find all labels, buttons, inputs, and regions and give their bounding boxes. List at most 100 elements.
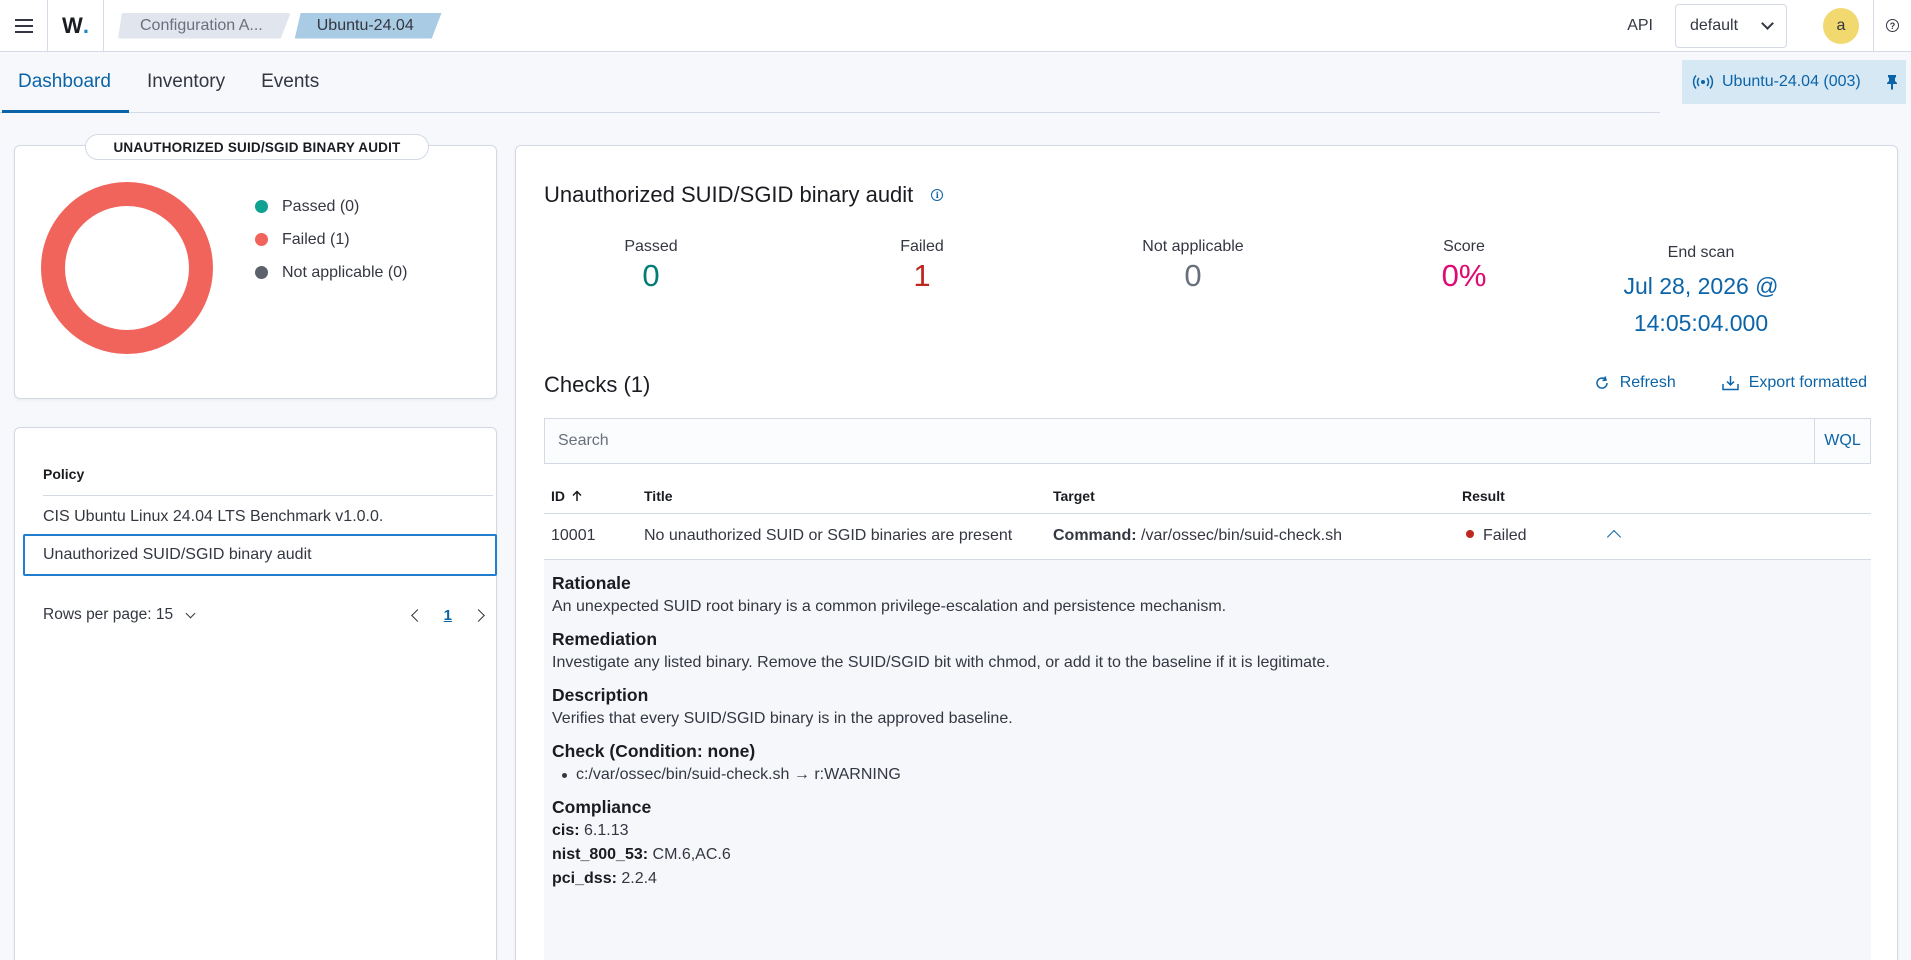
agent-badge-label: Ubuntu-24.04 (003) xyxy=(1722,73,1861,90)
checks-actions: Refresh Export formatted xyxy=(1594,374,1867,392)
compliance-cis-value: 6.1.13 xyxy=(579,822,629,839)
breadcrumb-configuration[interactable]: Configuration A... xyxy=(118,13,291,39)
compliance-nist-value: CM.6,AC.6 xyxy=(648,846,731,863)
api-link[interactable]: API xyxy=(1627,17,1653,35)
refresh-label: Refresh xyxy=(1619,374,1676,391)
breadcrumb-agent[interactable]: Ubuntu-24.04 xyxy=(295,13,442,39)
column-header-id[interactable]: ID xyxy=(551,488,583,504)
rationale-heading: Rationale xyxy=(552,573,631,593)
stat-not-applicable-label: Not applicable xyxy=(1142,238,1244,255)
policy-column-header[interactable]: Policy xyxy=(43,466,493,496)
page-number[interactable]: 1 xyxy=(444,607,452,624)
end-scan-label: End scan xyxy=(1667,244,1735,261)
description-text: Verifies that every SUID/SGID binary is … xyxy=(552,710,1013,727)
cell-target-label: Command: xyxy=(1053,527,1137,544)
policy-detail-panel: Unauthorized SUID/SGID binary audit i Pa… xyxy=(515,145,1898,960)
stat-not-applicable: Not applicable 0 xyxy=(1058,238,1328,294)
cell-title: No unauthorized SUID or SGID binaries ar… xyxy=(644,527,1013,544)
check-details: Rationale An unexpected SUID root binary… xyxy=(544,560,1871,960)
column-header-title[interactable]: Title xyxy=(644,488,673,504)
stat-score-value: 0% xyxy=(1441,258,1487,293)
compliance-heading: Compliance xyxy=(552,797,652,817)
tab-inventory[interactable]: Inventory xyxy=(129,51,243,112)
help-icon: ? xyxy=(1886,19,1899,32)
checks-table-header: ID Title Target Result xyxy=(544,478,1871,514)
rows-per-page-button[interactable]: Rows per page: 15 xyxy=(43,606,196,624)
cell-target-value: /var/ossec/bin/suid-check.sh xyxy=(1136,527,1342,544)
legend-label-not-applicable: Not applicable (0) xyxy=(282,263,408,281)
column-header-result[interactable]: Result xyxy=(1462,488,1505,504)
help-button[interactable]: ? xyxy=(1873,0,1911,52)
compliance-cis-key: cis: xyxy=(552,822,580,839)
search-input[interactable] xyxy=(545,419,1814,463)
chevron-up-icon xyxy=(1606,529,1622,545)
cell-result: Failed xyxy=(1466,527,1527,545)
menu-icon[interactable] xyxy=(0,0,48,52)
collapse-row-button[interactable] xyxy=(1606,529,1622,545)
stat-not-applicable-value: 0 xyxy=(1184,258,1202,293)
stat-score: Score 0% xyxy=(1329,238,1599,294)
legend-item-passed[interactable]: Passed (0) xyxy=(255,190,407,223)
chart-title: UNAUTHORIZED SUID/SGID BINARY AUDIT xyxy=(85,134,429,160)
next-page-icon[interactable] xyxy=(472,608,485,622)
legend-dot-failed xyxy=(255,233,268,246)
chevron-down-icon xyxy=(185,608,196,618)
chart-legend: Passed (0) Failed (1) Not applicable (0) xyxy=(255,190,407,289)
export-formatted-button[interactable]: Export formatted xyxy=(1721,374,1867,392)
table-row[interactable]: 10001 No unauthorized SUID or SGID binar… xyxy=(544,514,1871,560)
summary-chart-panel: UNAUTHORIZED SUID/SGID BINARY AUDIT Pass… xyxy=(14,134,497,399)
info-icon[interactable]: i xyxy=(931,189,944,201)
check-heading: Check (Condition: none) xyxy=(552,741,756,761)
policy-panel: Policy CIS Ubuntu Linux 24.04 LTS Benchm… xyxy=(14,427,497,960)
legend-dot-not-applicable xyxy=(255,266,268,279)
space-select[interactable]: default xyxy=(1675,3,1787,48)
end-scan-value: Jul 28, 2026 @ 14:05:04.000 xyxy=(1596,268,1806,342)
policy-row-suid-audit[interactable]: Unauthorized SUID/SGID binary audit xyxy=(23,534,497,576)
tab-events[interactable]: Events xyxy=(243,51,337,112)
cell-result-label: Failed xyxy=(1483,527,1527,544)
app-logo[interactable]: W. xyxy=(48,0,104,52)
chevron-down-icon xyxy=(1761,16,1774,30)
donut-slice-failed[interactable] xyxy=(41,182,213,354)
stat-passed-label: Passed xyxy=(624,238,678,255)
logo-dot: . xyxy=(82,12,89,38)
signal-icon xyxy=(1692,75,1714,89)
download-icon xyxy=(1721,376,1739,391)
remediation-heading: Remediation xyxy=(552,629,658,649)
check-list-item: c:/var/ossec/bin/suid-check.sh → r:WARNI… xyxy=(552,766,1871,784)
tab-dashboard[interactable]: Dashboard xyxy=(0,51,129,113)
previous-page-icon[interactable] xyxy=(410,608,424,622)
status-dot-failed xyxy=(1466,530,1474,539)
cell-target: Command: /var/ossec/bin/suid-check.sh xyxy=(1053,527,1342,545)
wql-button[interactable]: WQL xyxy=(1814,419,1870,463)
legend-item-failed[interactable]: Failed (1) xyxy=(255,223,407,256)
remediation-text: Investigate any listed binary. Remove th… xyxy=(552,654,1330,671)
export-label: Export formatted xyxy=(1748,374,1867,391)
avatar[interactable]: a xyxy=(1823,7,1859,44)
legend-dot-passed xyxy=(255,200,268,213)
pin-icon[interactable] xyxy=(1886,74,1898,90)
stat-failed-value: 1 xyxy=(913,258,931,293)
rationale-text: An unexpected SUID root binary is a comm… xyxy=(552,598,1227,615)
stat-end-scan: End scan Jul 28, 2026 @ 14:05:04.000 xyxy=(1596,244,1806,342)
logo-text: W xyxy=(62,12,83,38)
stat-passed: Passed 0 xyxy=(516,238,786,294)
legend-label-failed: Failed (1) xyxy=(282,230,350,248)
sort-ascending-icon xyxy=(572,490,582,501)
refresh-button[interactable]: Refresh xyxy=(1594,374,1676,392)
space-select-value: default xyxy=(1690,16,1739,34)
policy-row-cis[interactable]: CIS Ubuntu Linux 24.04 LTS Benchmark v1.… xyxy=(43,496,493,538)
compliance-cis: cis: 6.1.13 xyxy=(552,822,1871,840)
check-item-text: c:/var/ossec/bin/suid-check.sh → r:WARNI… xyxy=(576,766,901,783)
agent-badge[interactable]: Ubuntu-24.04 (003) xyxy=(1682,60,1906,104)
refresh-icon xyxy=(1595,376,1608,389)
legend-item-not-applicable[interactable]: Not applicable (0) xyxy=(255,256,407,289)
compliance-nist-key: nist_800_53: xyxy=(552,846,649,863)
column-header-target[interactable]: Target xyxy=(1053,488,1095,504)
checks-title: Checks (1) xyxy=(544,372,651,397)
rows-per-page-label: Rows per page: 15 xyxy=(43,606,174,623)
breadcrumb: Configuration A... Ubuntu-24.04 xyxy=(118,13,442,39)
top-header: W. Configuration A... Ubuntu-24.04 API d… xyxy=(0,0,1911,52)
search-bar: WQL xyxy=(544,418,1871,464)
compliance-nist: nist_800_53: CM.6,AC.6 xyxy=(552,846,1871,864)
